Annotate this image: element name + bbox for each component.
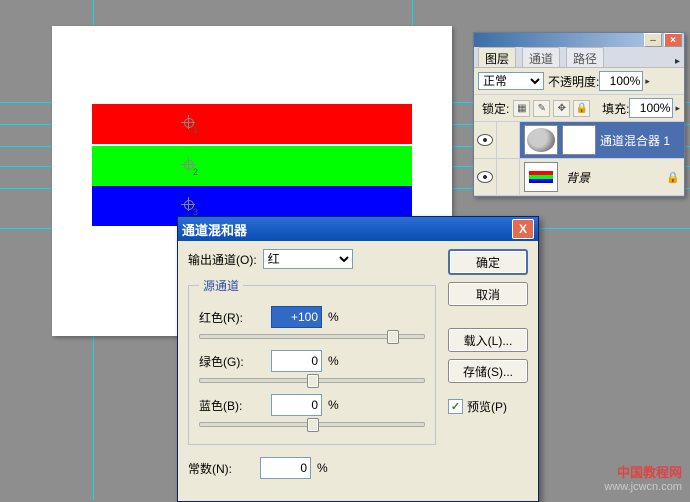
layer-name[interactable]: 通道混合器 1 bbox=[596, 132, 684, 149]
ok-button[interactable]: 确定 bbox=[448, 249, 528, 275]
fill-label: 填充: bbox=[602, 100, 629, 117]
lock-brush-icon[interactable]: ✎ bbox=[533, 100, 550, 117]
red-label: 红色(R): bbox=[199, 309, 265, 326]
constant-label: 常数(N): bbox=[188, 460, 254, 477]
opacity-input[interactable] bbox=[599, 71, 643, 91]
dialog-title: 通道混和器 bbox=[182, 220, 247, 239]
stripe-red bbox=[92, 104, 412, 144]
blue-value-input[interactable] bbox=[271, 394, 322, 416]
panel-close-button[interactable]: × bbox=[664, 33, 682, 47]
percent-label: % bbox=[317, 461, 331, 475]
watermark: 中国教程网 www.jcwcn.com bbox=[604, 465, 682, 494]
lock-move-icon[interactable]: ✥ bbox=[553, 100, 570, 117]
watermark-brand: 中国教程网 bbox=[604, 465, 682, 481]
chevron-right-icon[interactable]: ▸ bbox=[645, 76, 650, 87]
blend-opacity-row: 正常 不透明度: ▸ bbox=[474, 68, 684, 95]
blend-mode-select[interactable]: 正常 bbox=[478, 72, 544, 90]
red-slider[interactable] bbox=[199, 328, 425, 342]
blue-label: 蓝色(B): bbox=[199, 397, 265, 414]
tab-layers[interactable]: 图层 bbox=[478, 47, 516, 67]
panel-minimize-button[interactable]: – bbox=[644, 33, 662, 47]
lock-transparency-icon[interactable]: ▦ bbox=[513, 100, 530, 117]
layer-row-background[interactable]: 背景 🔒 bbox=[474, 159, 684, 196]
link-cell[interactable] bbox=[497, 159, 520, 195]
percent-label: % bbox=[328, 310, 342, 324]
preview-label: 预览(P) bbox=[467, 398, 507, 415]
channel-mixer-dialog: 通道混和器 X 输出通道(O): 红 源通道 红色(R): % bbox=[177, 216, 539, 502]
panel-tabs: 图层 通道 路径 ▸ bbox=[474, 47, 684, 68]
green-label: 绿色(G): bbox=[199, 353, 265, 370]
lock-indicator-icon: 🔒 bbox=[666, 171, 680, 184]
percent-label: % bbox=[328, 354, 342, 368]
panel-menu-icon[interactable]: ▸ bbox=[675, 56, 680, 67]
dialog-titlebar[interactable]: 通道混和器 X bbox=[178, 217, 538, 241]
link-cell[interactable] bbox=[497, 122, 520, 158]
output-channel-select[interactable]: 红 bbox=[263, 249, 353, 269]
load-button[interactable]: 载入(L)... bbox=[448, 328, 528, 352]
preview-checkbox[interactable]: ✓ bbox=[448, 399, 463, 414]
save-button[interactable]: 存储(S)... bbox=[448, 359, 528, 383]
panel-titlebar[interactable]: – × bbox=[474, 33, 684, 47]
lock-label: 锁定: bbox=[482, 100, 509, 117]
mask-thumb[interactable] bbox=[562, 125, 596, 155]
eye-icon[interactable] bbox=[477, 171, 493, 183]
layers-panel: – × 图层 通道 路径 ▸ 正常 不透明度: ▸ 锁定: ▦ ✎ ✥ 🔒 填充… bbox=[473, 32, 685, 197]
tab-paths[interactable]: 路径 bbox=[566, 47, 604, 67]
chevron-right-icon[interactable]: ▸ bbox=[675, 103, 680, 114]
watermark-url: www.jcwcn.com bbox=[604, 481, 682, 494]
lock-fill-row: 锁定: ▦ ✎ ✥ 🔒 填充: ▸ bbox=[474, 95, 684, 122]
layer-list: 通道混合器 1 背景 🔒 bbox=[474, 122, 684, 196]
layer-name[interactable]: 背景 bbox=[562, 169, 666, 186]
adjustment-thumb[interactable] bbox=[524, 125, 558, 155]
green-slider[interactable] bbox=[199, 372, 425, 386]
green-value-input[interactable] bbox=[271, 350, 322, 372]
blue-slider[interactable] bbox=[199, 416, 425, 430]
red-value-input[interactable] bbox=[271, 306, 322, 328]
source-channels-fieldset: 源通道 红色(R): % 绿色(G): % bbox=[188, 277, 436, 445]
eye-icon[interactable] bbox=[477, 134, 493, 146]
constant-value-input[interactable] bbox=[260, 457, 311, 479]
layer-row-adjustment[interactable]: 通道混合器 1 bbox=[474, 122, 684, 159]
source-legend: 源通道 bbox=[199, 277, 243, 294]
fill-input[interactable] bbox=[629, 98, 673, 118]
percent-label: % bbox=[328, 398, 342, 412]
output-channel-label: 输出通道(O): bbox=[188, 251, 257, 268]
opacity-label: 不透明度: bbox=[548, 73, 599, 90]
lock-all-icon[interactable]: 🔒 bbox=[573, 100, 590, 117]
stripe-green bbox=[92, 146, 412, 186]
dialog-close-button[interactable]: X bbox=[512, 219, 534, 239]
tab-channels[interactable]: 通道 bbox=[522, 47, 560, 67]
layer-thumb[interactable] bbox=[524, 162, 558, 192]
cancel-button[interactable]: 取消 bbox=[448, 282, 528, 306]
